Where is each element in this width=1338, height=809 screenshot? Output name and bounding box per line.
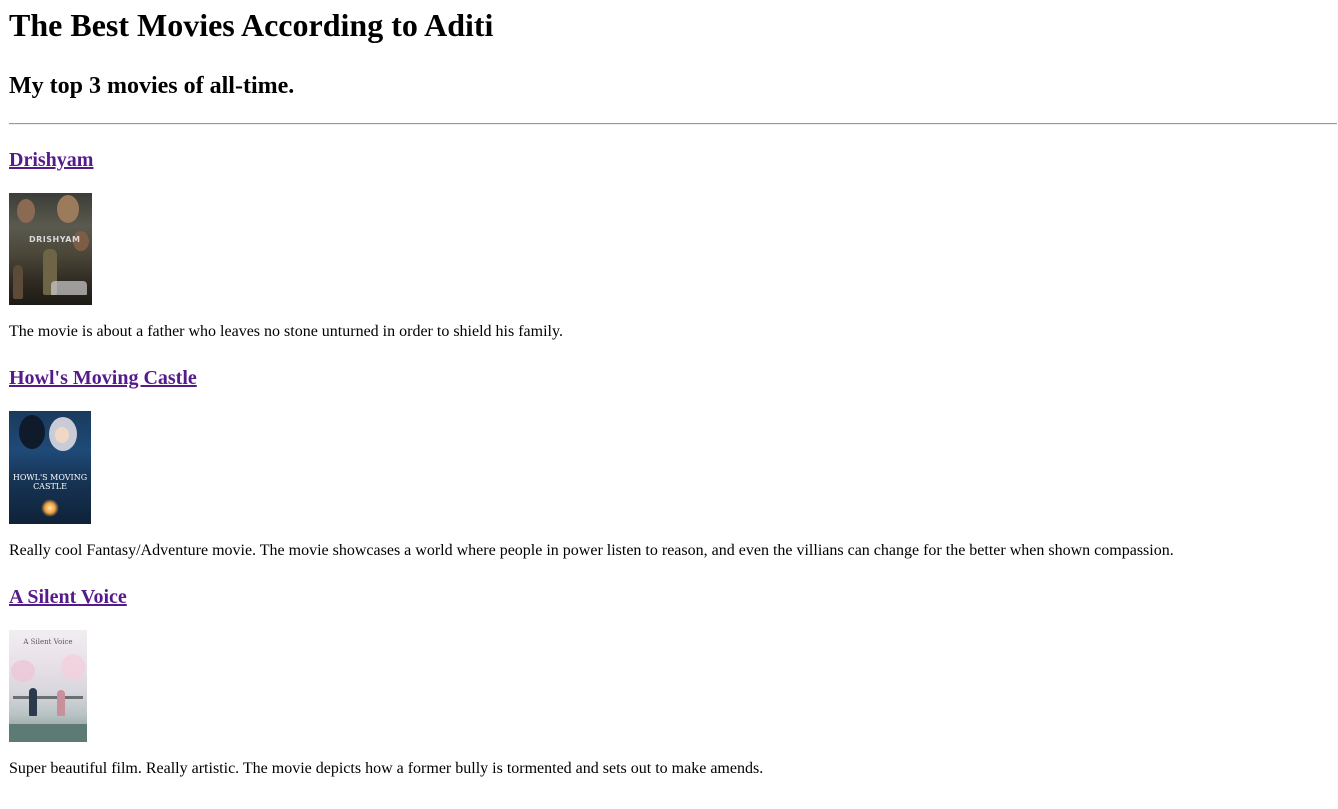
page-subtitle: My top 3 movies of all-time. bbox=[9, 73, 295, 99]
movie-item-howls-moving-castle: Howl's Moving Castle HOWL'S MOVING CASTL… bbox=[9, 366, 1174, 561]
poster-title-text: HOWL'S MOVING CASTLE bbox=[12, 473, 88, 491]
movie-link-howls-moving-castle[interactable]: Howl's Moving Castle bbox=[9, 367, 197, 389]
movie-heading: Howl's Moving Castle bbox=[9, 366, 1174, 390]
movie-heading: Drishyam bbox=[9, 148, 563, 172]
movie-link-a-silent-voice[interactable]: A Silent Voice bbox=[9, 586, 127, 608]
movie-description: Really cool Fantasy/Adventure movie. The… bbox=[9, 542, 1174, 559]
movie-poster-drishyam: DRISHYAM bbox=[9, 193, 92, 305]
movie-description: The movie is about a father who leaves n… bbox=[9, 323, 563, 340]
movie-heading: A Silent Voice bbox=[9, 585, 763, 609]
movie-item-a-silent-voice: A Silent Voice A Silent Voice Super beau… bbox=[9, 585, 763, 779]
page-title: The Best Movies According to Aditi bbox=[9, 7, 494, 43]
movie-item-drishyam: Drishyam DRISHYAM The movie is about a f… bbox=[9, 148, 563, 342]
movie-poster-howls-moving-castle: HOWL'S MOVING CASTLE bbox=[9, 411, 91, 524]
movie-description: Super beautiful film. Really artistic. T… bbox=[9, 760, 764, 777]
movie-link-drishyam[interactable]: Drishyam bbox=[9, 149, 93, 171]
divider bbox=[9, 123, 1337, 125]
poster-title-text: DRISHYAM bbox=[29, 235, 81, 244]
movie-poster-a-silent-voice: A Silent Voice bbox=[9, 630, 87, 742]
poster-title-text: A Silent Voice bbox=[23, 638, 73, 646]
